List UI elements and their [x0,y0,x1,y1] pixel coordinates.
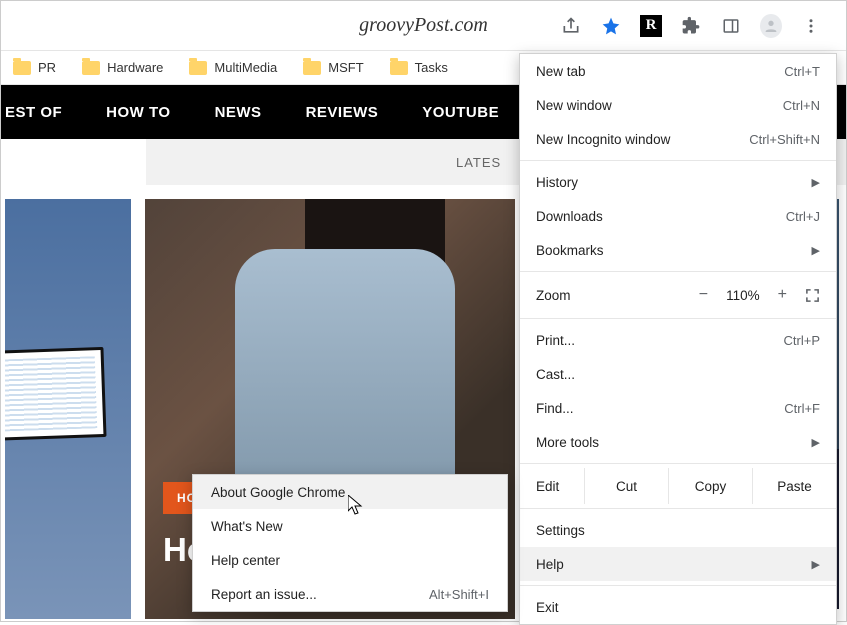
menu-settings[interactable]: Settings [520,513,836,547]
extensions-puzzle-icon[interactable] [680,15,702,37]
edit-cut[interactable]: Cut [584,468,668,504]
folder-icon [82,61,100,75]
submenu-help-center[interactable]: Help center [193,543,507,577]
edit-paste[interactable]: Paste [752,468,836,504]
bookmark-label: MSFT [328,60,363,75]
panel-icon[interactable] [720,15,742,37]
bookmark-label: PR [38,60,56,75]
folder-icon [13,61,31,75]
menu-print[interactable]: Print...Ctrl+P [520,323,836,357]
bookmark-folder[interactable]: Hardware [82,60,163,75]
menu-downloads[interactable]: DownloadsCtrl+J [520,199,836,233]
nav-item[interactable]: REVIEWS [306,104,379,121]
menu-find[interactable]: Find...Ctrl+F [520,391,836,425]
profile-avatar-icon[interactable] [760,15,782,37]
menu-new-tab[interactable]: New tabCtrl+T [520,54,836,88]
chrome-main-menu: New tabCtrl+T New windowCtrl+N New Incog… [519,53,837,625]
menu-exit[interactable]: Exit [520,590,836,624]
folder-icon [303,61,321,75]
menu-incognito[interactable]: New Incognito windowCtrl+Shift+N [520,122,836,156]
chevron-right-icon: ▶ [812,558,820,571]
submenu-report-issue[interactable]: Report an issue...Alt+Shift+I [193,577,507,611]
bookmark-label: Hardware [107,60,163,75]
chevron-right-icon: ▶ [812,176,820,189]
article-thumb[interactable] [5,199,131,619]
bookmark-label: MultiMedia [214,60,277,75]
menu-help[interactable]: Help▶ [520,547,836,581]
menu-more-tools[interactable]: More tools▶ [520,425,836,459]
share-icon[interactable] [560,15,582,37]
cursor-icon [348,495,364,517]
bookmark-folder[interactable]: MSFT [303,60,363,75]
latest-label: LATES [456,155,501,170]
menu-bookmarks[interactable]: Bookmarks▶ [520,233,836,267]
menu-cast[interactable]: Cast... [520,357,836,391]
address-text: groovyPost.com [359,14,488,37]
chevron-right-icon: ▶ [812,436,820,449]
browser-toolbar: groovyPost.com R [1,1,846,51]
bookmark-folder[interactable]: Tasks [390,60,448,75]
nav-item[interactable]: HOW TO [106,104,170,121]
kebab-menu-icon[interactable] [800,15,822,37]
folder-icon [189,61,207,75]
zoom-value: 110% [726,288,760,303]
zoom-out-button[interactable]: − [699,286,708,304]
nav-item[interactable]: NEWS [215,104,262,121]
bookmark-folder[interactable]: PR [13,60,56,75]
menu-new-window[interactable]: New windowCtrl+N [520,88,836,122]
bookmark-label: Tasks [415,60,448,75]
zoom-in-button[interactable]: + [778,286,787,304]
extension-r-icon[interactable]: R [640,15,662,37]
bookmark-star-icon[interactable] [600,15,622,37]
menu-zoom: Zoom − 110% + [520,276,836,314]
fullscreen-icon[interactable] [805,288,820,303]
nav-item[interactable]: YOUTUBE [422,104,499,121]
bookmark-folder[interactable]: MultiMedia [189,60,277,75]
menu-edit-row: Edit Cut Copy Paste [520,468,836,504]
nav-item[interactable]: EST OF [5,104,62,121]
menu-history[interactable]: History▶ [520,165,836,199]
chevron-right-icon: ▶ [812,244,820,257]
edit-copy[interactable]: Copy [668,468,752,504]
folder-icon [390,61,408,75]
